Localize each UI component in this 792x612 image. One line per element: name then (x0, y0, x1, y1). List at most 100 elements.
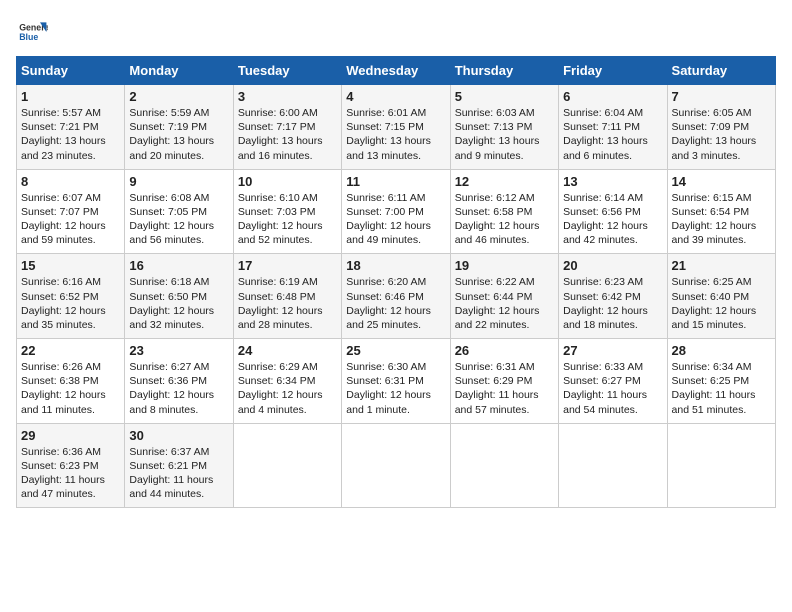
calendar-cell: 22 Sunrise: 6:26 AM Sunset: 6:38 PM Dayli… (17, 339, 125, 424)
calendar-week-row: 15 Sunrise: 6:16 AM Sunset: 6:52 PM Dayli… (17, 254, 776, 339)
page-header: General Blue (16, 16, 776, 48)
calendar-cell: 26Sunrise: 6:31 AM Sunset: 6:29 PM Dayli… (450, 339, 558, 424)
day-number: 30 (129, 428, 228, 443)
calendar-cell: 1 Sunrise: 5:57 AM Sunset: 7:21 PM Daylig… (17, 85, 125, 170)
day-info: Sunrise: 6:25 AM Sunset: 6:40 PM Dayligh… (672, 275, 771, 332)
day-info: Sunrise: 6:14 AM Sunset: 6:56 PM Dayligh… (563, 191, 662, 248)
calendar-week-row: 1 Sunrise: 5:57 AM Sunset: 7:21 PM Daylig… (17, 85, 776, 170)
day-number: 20 (563, 258, 662, 273)
calendar-header-friday: Friday (559, 57, 667, 85)
day-number: 25 (346, 343, 445, 358)
calendar-cell (233, 423, 341, 508)
day-info: Sunrise: 6:30 AM Sunset: 6:31 PM Dayligh… (346, 360, 445, 417)
day-number: 14 (672, 174, 771, 189)
day-info: Sunrise: 6:26 AM Sunset: 6:38 PM Dayligh… (21, 360, 120, 417)
day-info: Sunrise: 6:11 AM Sunset: 7:00 PM Dayligh… (346, 191, 445, 248)
day-info: Sunrise: 6:34 AM Sunset: 6:25 PM Dayligh… (672, 360, 771, 417)
calendar-week-row: 8 Sunrise: 6:07 AM Sunset: 7:07 PM Daylig… (17, 169, 776, 254)
day-number: 6 (563, 89, 662, 104)
day-info: Sunrise: 6:37 AM Sunset: 6:21 PM Dayligh… (129, 445, 228, 502)
calendar-header-saturday: Saturday (667, 57, 775, 85)
calendar-cell: 17 Sunrise: 6:19 AM Sunset: 6:48 PM Dayli… (233, 254, 341, 339)
day-number: 17 (238, 258, 337, 273)
day-number: 1 (21, 89, 120, 104)
day-info: Sunrise: 6:15 AM Sunset: 6:54 PM Dayligh… (672, 191, 771, 248)
calendar-cell: 27 Sunrise: 6:33 AM Sunset: 6:27 PM Dayli… (559, 339, 667, 424)
calendar-table: SundayMondayTuesdayWednesdayThursdayFrid… (16, 56, 776, 508)
day-number: 18 (346, 258, 445, 273)
calendar-header-thursday: Thursday (450, 57, 558, 85)
calendar-body: 1 Sunrise: 5:57 AM Sunset: 7:21 PM Daylig… (17, 85, 776, 508)
calendar-cell (559, 423, 667, 508)
day-number: 15 (21, 258, 120, 273)
day-info: Sunrise: 6:36 AM Sunset: 6:23 PM Dayligh… (21, 445, 120, 502)
day-number: 13 (563, 174, 662, 189)
day-number: 21 (672, 258, 771, 273)
day-number: 12 (455, 174, 554, 189)
calendar-cell: 8 Sunrise: 6:07 AM Sunset: 7:07 PM Daylig… (17, 169, 125, 254)
calendar-cell (450, 423, 558, 508)
calendar-cell: 12 Sunrise: 6:12 AM Sunset: 6:58 PM Dayli… (450, 169, 558, 254)
calendar-cell: 18Sunrise: 6:20 AM Sunset: 6:46 PM Dayli… (342, 254, 450, 339)
calendar-cell: 9 Sunrise: 6:08 AM Sunset: 7:05 PM Daylig… (125, 169, 233, 254)
calendar-cell: 10 Sunrise: 6:10 AM Sunset: 7:03 PM Dayli… (233, 169, 341, 254)
day-info: Sunrise: 6:16 AM Sunset: 6:52 PM Dayligh… (21, 275, 120, 332)
day-info: Sunrise: 6:19 AM Sunset: 6:48 PM Dayligh… (238, 275, 337, 332)
svg-text:Blue: Blue (19, 32, 38, 42)
day-info: Sunrise: 6:08 AM Sunset: 7:05 PM Dayligh… (129, 191, 228, 248)
day-number: 4 (346, 89, 445, 104)
calendar-cell: 5 Sunrise: 6:03 AM Sunset: 7:13 PM Daylig… (450, 85, 558, 170)
day-info: Sunrise: 6:31 AM Sunset: 6:29 PM Dayligh… (455, 360, 554, 417)
day-number: 27 (563, 343, 662, 358)
day-number: 29 (21, 428, 120, 443)
logo-icon: General Blue (16, 16, 48, 48)
calendar-cell: 15 Sunrise: 6:16 AM Sunset: 6:52 PM Dayli… (17, 254, 125, 339)
calendar-cell: 16 Sunrise: 6:18 AM Sunset: 6:50 PM Dayli… (125, 254, 233, 339)
day-info: Sunrise: 6:29 AM Sunset: 6:34 PM Dayligh… (238, 360, 337, 417)
calendar-cell: 14 Sunrise: 6:15 AM Sunset: 6:54 PM Dayli… (667, 169, 775, 254)
calendar-week-row: 22 Sunrise: 6:26 AM Sunset: 6:38 PM Dayli… (17, 339, 776, 424)
day-info: Sunrise: 6:10 AM Sunset: 7:03 PM Dayligh… (238, 191, 337, 248)
day-info: Sunrise: 6:05 AM Sunset: 7:09 PM Dayligh… (672, 106, 771, 163)
day-number: 7 (672, 89, 771, 104)
day-number: 10 (238, 174, 337, 189)
day-info: Sunrise: 6:33 AM Sunset: 6:27 PM Dayligh… (563, 360, 662, 417)
calendar-cell: 30 Sunrise: 6:37 AM Sunset: 6:21 PM Dayli… (125, 423, 233, 508)
calendar-cell: 2 Sunrise: 5:59 AM Sunset: 7:19 PM Daylig… (125, 85, 233, 170)
calendar-header-row: SundayMondayTuesdayWednesdayThursdayFrid… (17, 57, 776, 85)
day-number: 8 (21, 174, 120, 189)
calendar-cell: 23Sunrise: 6:27 AM Sunset: 6:36 PM Dayli… (125, 339, 233, 424)
calendar-cell: 25 Sunrise: 6:30 AM Sunset: 6:31 PM Dayli… (342, 339, 450, 424)
day-number: 9 (129, 174, 228, 189)
calendar-cell: 20Sunrise: 6:23 AM Sunset: 6:42 PM Dayli… (559, 254, 667, 339)
calendar-cell: 7 Sunrise: 6:05 AM Sunset: 7:09 PM Daylig… (667, 85, 775, 170)
day-info: Sunrise: 6:04 AM Sunset: 7:11 PM Dayligh… (563, 106, 662, 163)
calendar-cell: 24 Sunrise: 6:29 AM Sunset: 6:34 PM Dayli… (233, 339, 341, 424)
day-number: 3 (238, 89, 337, 104)
calendar-cell: 3 Sunrise: 6:00 AM Sunset: 7:17 PM Daylig… (233, 85, 341, 170)
calendar-cell: 6 Sunrise: 6:04 AM Sunset: 7:11 PM Daylig… (559, 85, 667, 170)
calendar-header-sunday: Sunday (17, 57, 125, 85)
day-number: 22 (21, 343, 120, 358)
day-info: Sunrise: 6:22 AM Sunset: 6:44 PM Dayligh… (455, 275, 554, 332)
calendar-header-monday: Monday (125, 57, 233, 85)
calendar-cell: 29 Sunrise: 6:36 AM Sunset: 6:23 PM Dayli… (17, 423, 125, 508)
day-info: Sunrise: 6:00 AM Sunset: 7:17 PM Dayligh… (238, 106, 337, 163)
calendar-cell: 11Sunrise: 6:11 AM Sunset: 7:00 PM Dayli… (342, 169, 450, 254)
day-info: Sunrise: 6:18 AM Sunset: 6:50 PM Dayligh… (129, 275, 228, 332)
day-number: 24 (238, 343, 337, 358)
day-info: Sunrise: 5:57 AM Sunset: 7:21 PM Dayligh… (21, 106, 120, 163)
day-info: Sunrise: 6:12 AM Sunset: 6:58 PM Dayligh… (455, 191, 554, 248)
day-info: Sunrise: 5:59 AM Sunset: 7:19 PM Dayligh… (129, 106, 228, 163)
day-info: Sunrise: 6:03 AM Sunset: 7:13 PM Dayligh… (455, 106, 554, 163)
day-number: 16 (129, 258, 228, 273)
day-info: Sunrise: 6:07 AM Sunset: 7:07 PM Dayligh… (21, 191, 120, 248)
day-number: 19 (455, 258, 554, 273)
calendar-cell: 28Sunrise: 6:34 AM Sunset: 6:25 PM Dayli… (667, 339, 775, 424)
calendar-cell: 19 Sunrise: 6:22 AM Sunset: 6:44 PM Dayli… (450, 254, 558, 339)
calendar-cell (342, 423, 450, 508)
calendar-cell: 4Sunrise: 6:01 AM Sunset: 7:15 PM Daylig… (342, 85, 450, 170)
calendar-cell: 13 Sunrise: 6:14 AM Sunset: 6:56 PM Dayli… (559, 169, 667, 254)
day-number: 2 (129, 89, 228, 104)
day-number: 5 (455, 89, 554, 104)
